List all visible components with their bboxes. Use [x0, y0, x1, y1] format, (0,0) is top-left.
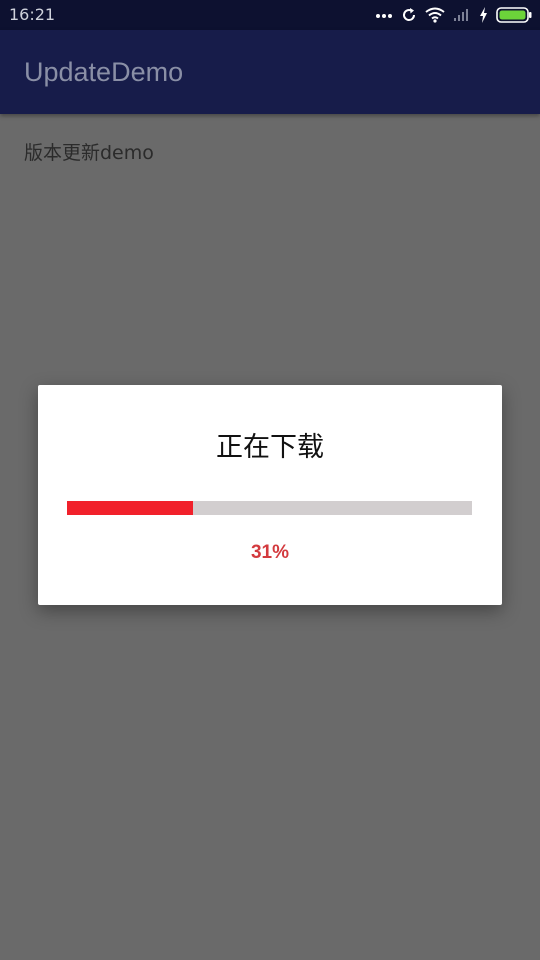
download-dialog: 正在下载 31%	[38, 385, 502, 605]
signal-icon	[454, 9, 468, 21]
wifi-icon	[425, 7, 445, 23]
dialog-title: 正在下载	[216, 432, 324, 463]
download-progress-bar	[67, 501, 472, 515]
progress-fill	[67, 501, 193, 515]
content-text: 版本更新demo	[24, 142, 154, 164]
app-bar: UpdateDemo	[0, 30, 540, 114]
more-dots-icon	[376, 14, 392, 18]
status-icons	[375, 5, 532, 25]
sync-icon	[403, 8, 416, 21]
progress-percent: 31%	[250, 542, 290, 563]
status-time: 16:21	[9, 5, 56, 24]
battery-icon	[496, 7, 532, 23]
status-bar: 16:21	[0, 0, 540, 30]
charging-icon	[480, 7, 487, 23]
app-title: UpdateDemo	[24, 57, 184, 87]
